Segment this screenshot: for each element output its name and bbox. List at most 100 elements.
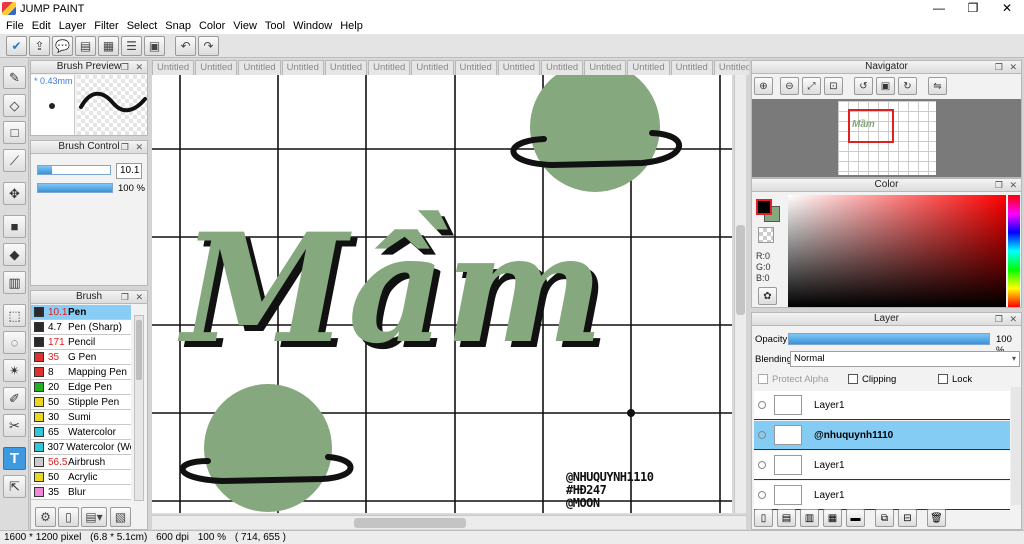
brush-item[interactable]: 4.7 Pen (Sharp) (31, 320, 131, 335)
document-tab[interactable]: Untitled (670, 60, 713, 75)
pen-tool-icon[interactable]: ✎ (3, 66, 26, 89)
document-tab[interactable]: Untitled (540, 60, 584, 75)
list-icon[interactable]: ☰ (121, 35, 142, 56)
protect-alpha-checkbox[interactable]: Protect Alpha (758, 374, 829, 385)
document-tab[interactable]: Untitled (152, 60, 195, 75)
horizontal-scroll-thumb[interactable] (354, 518, 466, 528)
zoom-in-icon[interactable]: ⊕ (754, 77, 773, 95)
menu-edit[interactable]: Edit (28, 20, 55, 32)
brush-item[interactable]: 65 Watercolor (31, 425, 131, 440)
menu-color[interactable]: Color (195, 20, 229, 32)
panel-float-icon[interactable]: ❐ ✕ (121, 291, 145, 303)
visibility-toggle-icon[interactable] (758, 431, 766, 439)
text-tool-icon[interactable]: T (3, 447, 26, 470)
menu-help[interactable]: Help (336, 20, 367, 32)
menu-tool[interactable]: Tool (261, 20, 289, 32)
hue-slider[interactable] (1008, 195, 1020, 307)
layout-icon[interactable]: ▣ (144, 35, 165, 56)
panel-float-icon[interactable]: ❐ ✕ (995, 179, 1019, 191)
select-pen-icon[interactable]: ✐ (3, 387, 26, 410)
document-tab[interactable]: Untitled (584, 60, 627, 75)
rotate-left-icon[interactable]: ↺ (854, 77, 873, 95)
visibility-toggle-icon[interactable] (758, 491, 766, 499)
lasso-select-icon[interactable]: ◌ (3, 331, 26, 354)
layer-row[interactable]: Layer1 (754, 391, 1010, 420)
brush-item[interactable]: 35 G Pen (31, 350, 131, 365)
menu-view[interactable]: View (229, 20, 261, 32)
document-tab[interactable]: Untitled (411, 60, 454, 75)
lock-checkbox[interactable]: Lock (938, 374, 972, 385)
document-tab[interactable]: Untitled (497, 60, 540, 75)
actual-size-icon[interactable]: ⊡ (824, 77, 843, 95)
document-tab[interactable]: Untitled (324, 60, 368, 75)
move-tool-icon[interactable]: ✥ (3, 182, 26, 205)
panel-float-icon[interactable]: ❐ ✕ (995, 61, 1019, 73)
fit-view-icon[interactable]: ⤢ (802, 77, 821, 95)
brush-item[interactable]: 307 Watercolor (We (31, 440, 131, 455)
menu-filter[interactable]: Filter (90, 20, 122, 32)
gradient-tool-icon[interactable]: ▥ (3, 271, 26, 294)
delete-layer-icon[interactable]: 🗑 (927, 509, 946, 527)
reset-rotation-icon[interactable]: ▣ (876, 77, 895, 95)
new-folder-icon[interactable]: ▬ (846, 509, 865, 527)
brush-item[interactable]: 35 Blur (31, 485, 131, 500)
select-eraser-icon[interactable]: ✂ (3, 414, 26, 437)
menu-snap[interactable]: Snap (161, 20, 195, 32)
comment-icon[interactable]: 💬 (52, 35, 73, 56)
merge-layer-icon[interactable]: ⊟ (898, 509, 917, 527)
export-icon[interactable]: ⇪ (29, 35, 50, 56)
new-brush-icon[interactable]: ▯ (58, 507, 79, 527)
new-vector-layer-icon[interactable]: ▥ (800, 509, 819, 527)
foreground-color-swatch[interactable] (756, 199, 772, 215)
color-palette-icon[interactable]: ✿ (758, 287, 777, 305)
blending-select[interactable]: Normal ▾ (790, 351, 1020, 367)
brush-size-input[interactable]: 10.1 (116, 163, 142, 179)
brush-settings-icon[interactable]: ⚙ (35, 507, 56, 527)
brush-opacity-slider[interactable] (37, 183, 113, 193)
document-icon[interactable]: ▦ (98, 35, 119, 56)
layer-list-scrollbar[interactable] (1011, 387, 1021, 505)
new-layer-copy-icon[interactable]: ▤ (777, 509, 796, 527)
zoom-out-icon[interactable]: ⊖ (780, 77, 799, 95)
document-tab[interactable]: Untitled (238, 60, 281, 75)
minimize-button[interactable]: — (922, 0, 956, 17)
panel-float-icon[interactable]: ❐ ✕ (121, 141, 145, 153)
transparent-color-swatch[interactable] (758, 227, 774, 243)
menu-layer[interactable]: Layer (55, 20, 91, 32)
vertical-scroll-thumb[interactable] (736, 225, 745, 315)
redo-icon[interactable]: ↷ (198, 35, 219, 56)
brush-item[interactable]: 56.5 Airbrush (31, 455, 131, 470)
magic-wand-icon[interactable]: ✴ (3, 359, 26, 382)
new-layer-icon[interactable]: ▯ (754, 509, 773, 527)
line-tool-icon[interactable]: ⟋ (3, 149, 26, 172)
brush-item[interactable]: 10.1 Pen (31, 305, 131, 320)
visibility-toggle-icon[interactable] (758, 461, 766, 469)
layer-opacity-slider[interactable] (788, 333, 990, 345)
vertical-scrollbar[interactable] (734, 75, 746, 513)
brush-list-scroll-thumb[interactable] (136, 320, 142, 380)
undo-icon[interactable]: ↶ (175, 35, 196, 56)
clipping-checkbox[interactable]: Clipping (848, 374, 896, 385)
horizontal-scrollbar[interactable] (152, 515, 746, 529)
rect-select-icon[interactable]: ⬚ (3, 304, 26, 327)
check-icon[interactable]: ✔ (6, 35, 27, 56)
document-tab[interactable]: Untitled (368, 60, 411, 75)
flip-icon[interactable]: ⇋ (928, 77, 947, 95)
document-tab[interactable]: Untitled (195, 60, 238, 75)
brush-item[interactable]: 50 Stipple Pen (31, 395, 131, 410)
fill-rect-tool-icon[interactable]: ■ (3, 215, 26, 238)
color-saturation-field[interactable] (788, 195, 1006, 307)
brush-item[interactable]: 20 Edge Pen (31, 380, 131, 395)
menu-select[interactable]: Select (123, 20, 162, 32)
panel-float-icon[interactable]: ❐ ✕ (995, 313, 1019, 325)
layer-row[interactable]: Layer1 (754, 451, 1010, 480)
brush-item[interactable]: 50 Acrylic (31, 470, 131, 485)
shape-tool-icon[interactable]: □ (3, 121, 26, 144)
document-tab[interactable]: Untitled (454, 60, 497, 75)
layer-row[interactable]: @nhuquynh1110 (754, 421, 1010, 450)
new-text-layer-icon[interactable]: ▦ (823, 509, 842, 527)
brush-item[interactable]: 30 Sumi (31, 410, 131, 425)
brush-menu-icon[interactable]: ▤▾ (81, 507, 107, 527)
bucket-tool-icon[interactable]: ◆ (3, 243, 26, 266)
close-button[interactable]: ✕ (990, 0, 1024, 17)
